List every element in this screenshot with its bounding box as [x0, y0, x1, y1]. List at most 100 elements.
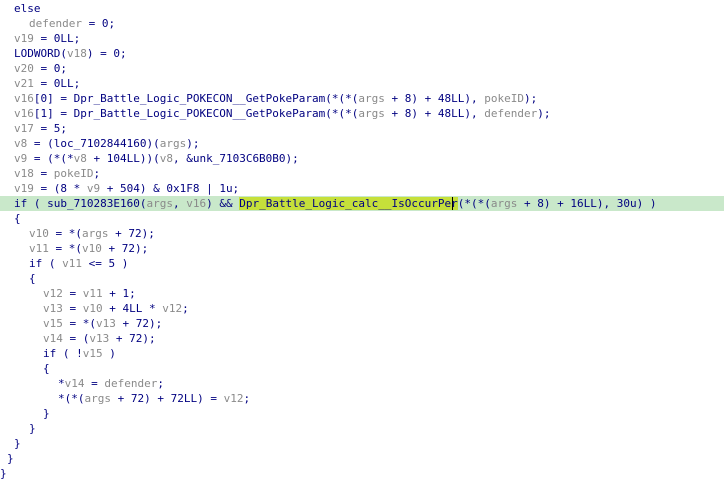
variable-token[interactable]: pokeID: [54, 167, 94, 180]
variable-token[interactable]: v10: [29, 227, 49, 240]
code-token[interactable]: ): [103, 347, 116, 360]
code-token[interactable]: (*(*(: [458, 197, 491, 210]
variable-token[interactable]: args: [358, 107, 385, 120]
code-line[interactable]: v21 = 0LL;: [0, 76, 724, 91]
code-token[interactable]: =: [85, 377, 105, 390]
code-line[interactable]: }: [0, 436, 724, 451]
variable-token[interactable]: v13: [43, 302, 63, 315]
variable-token[interactable]: v9: [14, 152, 27, 165]
code-token[interactable]: + 72) + 72LL) =: [111, 392, 224, 405]
variable-token[interactable]: v16: [186, 197, 206, 210]
variable-token[interactable]: v11: [62, 257, 82, 270]
code-token[interactable]: ;: [157, 377, 164, 390]
code-line[interactable]: v10 = *(args + 72);: [0, 226, 724, 241]
variable-token[interactable]: args: [85, 392, 112, 405]
code-token[interactable]: + 8) + 16LL), 30u) ): [517, 197, 656, 210]
variable-token[interactable]: v21: [14, 77, 34, 90]
variable-token[interactable]: v18: [67, 47, 87, 60]
code-line[interactable]: }: [0, 421, 724, 436]
variable-token[interactable]: v13: [96, 317, 116, 330]
variable-token[interactable]: v8: [74, 152, 87, 165]
code-token[interactable]: {: [43, 362, 50, 375]
code-line[interactable]: v19 = (8 * v9 + 504) & 0x1F8 | 1u;: [0, 181, 724, 196]
code-token[interactable]: }: [14, 437, 21, 450]
code-token[interactable]: *: [58, 377, 65, 390]
variable-token[interactable]: args: [160, 137, 187, 150]
code-token[interactable]: ;: [243, 392, 250, 405]
variable-token[interactable]: v17: [14, 122, 34, 135]
variable-token[interactable]: v20: [14, 62, 34, 75]
variable-token[interactable]: v15: [83, 347, 103, 360]
variable-token[interactable]: v19: [14, 182, 34, 195]
code-line[interactable]: *(*(args + 72) + 72LL) = v12;: [0, 391, 724, 406]
variable-token[interactable]: v8: [14, 137, 27, 150]
variable-token[interactable]: v15: [43, 317, 63, 330]
code-token[interactable]: = 0;: [82, 17, 116, 30]
variable-token[interactable]: args: [491, 197, 518, 210]
code-line[interactable]: {: [0, 361, 724, 376]
code-token[interactable]: = 0;: [34, 62, 67, 75]
pseudocode-view[interactable]: else defender = 0; v19 = 0LL; LODWORD(v18) …: [0, 1, 724, 481]
code-line[interactable]: if ( v11 <= 5 ): [0, 256, 724, 271]
variable-token[interactable]: v16: [14, 92, 34, 105]
variable-token[interactable]: v9: [87, 182, 100, 195]
code-line[interactable]: }: [0, 466, 724, 481]
variable-token[interactable]: v11: [83, 287, 103, 300]
code-line[interactable]: v8 = (loc_7102844160)(args);: [0, 136, 724, 151]
code-token[interactable]: = *(: [49, 227, 82, 240]
code-token[interactable]: = 0LL;: [34, 77, 80, 90]
variable-token[interactable]: v16: [14, 107, 34, 120]
code-token[interactable]: );: [186, 137, 199, 150]
code-token[interactable]: }: [29, 422, 36, 435]
variable-token[interactable]: v14: [65, 377, 85, 390]
variable-token[interactable]: v12: [162, 302, 182, 315]
code-token[interactable]: {: [29, 272, 36, 285]
code-token[interactable]: = 5;: [34, 122, 67, 135]
code-token[interactable]: = 0LL;: [34, 32, 80, 45]
code-token[interactable]: [0] = Dpr_Battle_Logic_POKECON__GetPokeP…: [34, 92, 359, 105]
code-token[interactable]: }: [7, 452, 14, 465]
code-line[interactable]: v16[0] = Dpr_Battle_Logic_POKECON__GetPo…: [0, 91, 724, 106]
code-line[interactable]: v9 = (*(*v8 + 104LL))(v8, &unk_7103C6B0B…: [0, 151, 724, 166]
code-token[interactable]: + 72);: [116, 317, 162, 330]
code-line[interactable]: v19 = 0LL;: [0, 31, 724, 46]
code-token[interactable]: =: [63, 302, 83, 315]
highlighted-identifier[interactable]: Dpr_Battle_Logic_calc__IsOccurPer: [239, 197, 458, 210]
code-token[interactable]: =: [63, 287, 83, 300]
code-token[interactable]: );: [537, 107, 550, 120]
code-token[interactable]: = (: [63, 332, 89, 345]
code-token[interactable]: = *(: [63, 317, 96, 330]
variable-token[interactable]: v10: [83, 302, 103, 315]
code-line[interactable]: v12 = v11 + 1;: [0, 286, 724, 301]
code-line[interactable]: v16[1] = Dpr_Battle_Logic_POKECON__GetPo…: [0, 106, 724, 121]
code-token[interactable]: if ( sub_710283E160(: [14, 197, 146, 210]
variable-token[interactable]: defender: [484, 107, 537, 120]
code-line[interactable]: v13 = v10 + 4LL * v12;: [0, 301, 724, 316]
code-token[interactable]: [1] = Dpr_Battle_Logic_POKECON__GetPokeP…: [34, 107, 359, 120]
code-token[interactable]: + 1;: [103, 287, 136, 300]
code-token[interactable]: ;: [182, 302, 189, 315]
code-token[interactable]: ) &&: [206, 197, 239, 210]
code-token[interactable]: if (: [29, 257, 62, 270]
code-token[interactable]: =: [34, 167, 54, 180]
code-token[interactable]: else: [14, 2, 41, 15]
code-line[interactable]: v18 = pokeID;: [0, 166, 724, 181]
code-line[interactable]: {: [0, 271, 724, 286]
code-token[interactable]: = *(: [49, 242, 82, 255]
variable-token[interactable]: v13: [89, 332, 109, 345]
variable-token[interactable]: args: [146, 197, 173, 210]
code-token[interactable]: <= 5 ): [82, 257, 129, 270]
code-token[interactable]: ,: [173, 197, 186, 210]
variable-token[interactable]: v10: [82, 242, 102, 255]
variable-token[interactable]: defender: [29, 17, 82, 30]
code-token[interactable]: + 104LL))(: [87, 152, 159, 165]
code-token[interactable]: = (loc_7102844160)(: [27, 137, 160, 150]
code-line[interactable]: }: [0, 451, 724, 466]
code-token[interactable]: + 8) + 48LL),: [385, 107, 484, 120]
code-token[interactable]: LODWORD(: [14, 47, 67, 60]
code-token[interactable]: = (*(*: [27, 152, 74, 165]
code-token[interactable]: + 504) & 0x1F8 | 1u;: [100, 182, 239, 195]
variable-token[interactable]: args: [82, 227, 109, 240]
code-token[interactable]: + 72);: [109, 332, 156, 345]
variable-token[interactable]: v12: [43, 287, 63, 300]
